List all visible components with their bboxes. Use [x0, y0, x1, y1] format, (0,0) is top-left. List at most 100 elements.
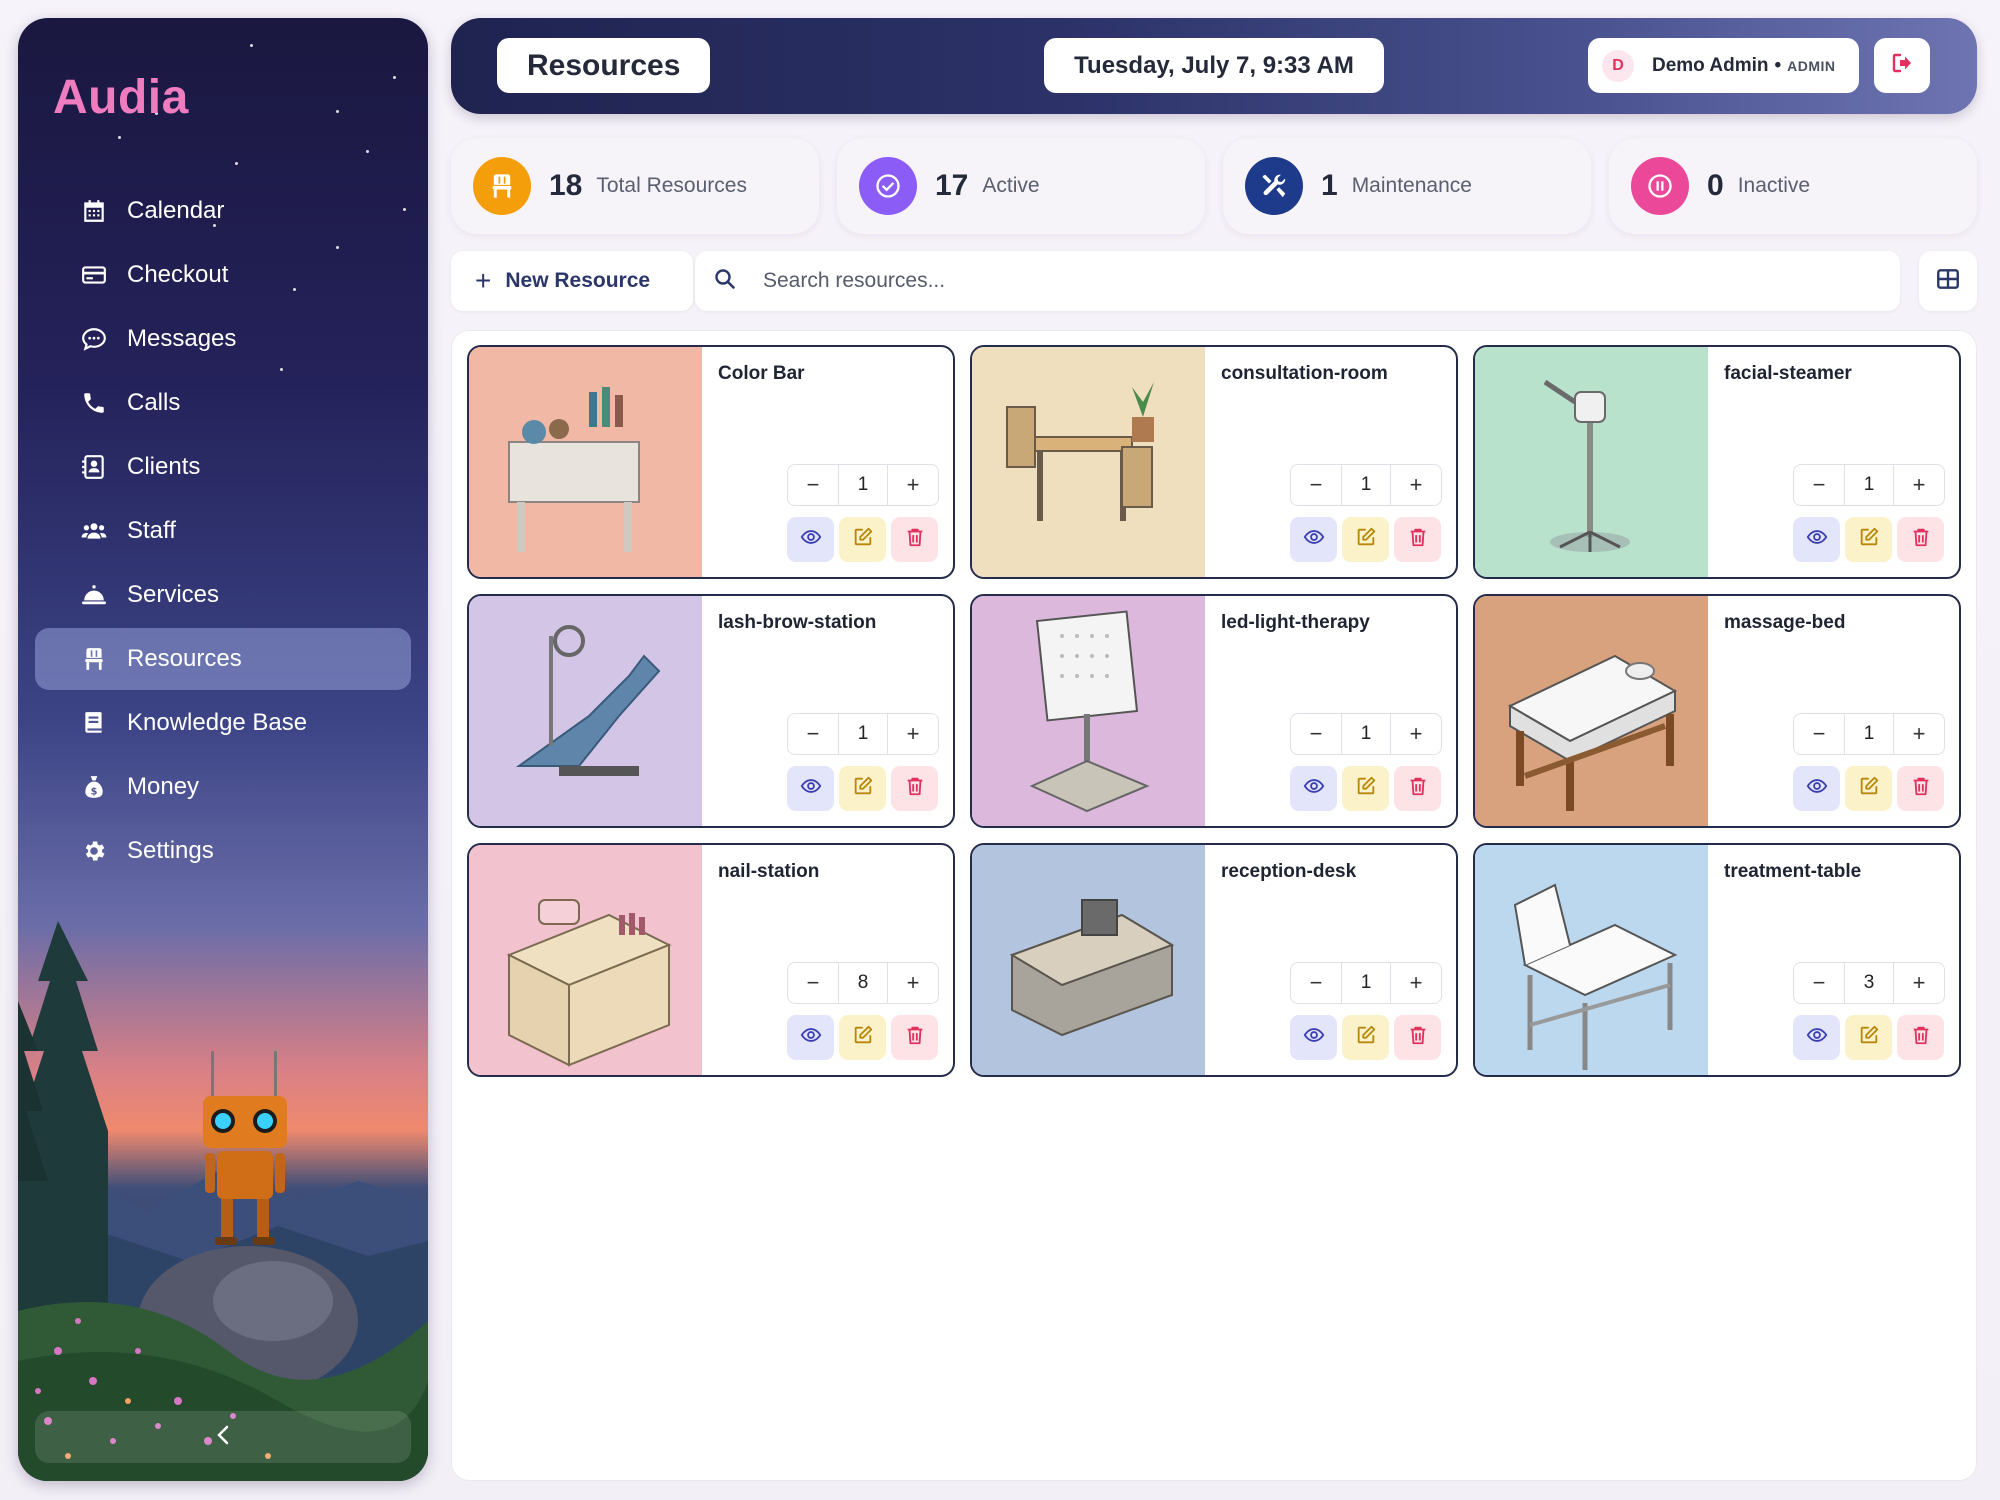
view-button[interactable] [1290, 517, 1337, 562]
resource-name: nail-station [718, 861, 820, 882]
edit-icon [852, 1024, 874, 1051]
delete-button[interactable] [1394, 517, 1441, 562]
increment-button[interactable]: + [1894, 465, 1944, 505]
search-input[interactable] [763, 269, 1763, 293]
increment-button[interactable]: + [888, 465, 938, 505]
view-button[interactable] [787, 517, 834, 562]
delete-button[interactable] [891, 1015, 938, 1060]
resource-name: massage-bed [1724, 612, 1846, 633]
grid-view-icon [1935, 266, 1961, 297]
delete-button[interactable] [1394, 766, 1441, 811]
increment-button[interactable]: + [1391, 714, 1441, 754]
new-resource-button[interactable]: + New Resource [451, 251, 693, 311]
decrement-button[interactable]: − [1291, 963, 1341, 1003]
edit-button[interactable] [1342, 517, 1389, 562]
delete-button[interactable] [1897, 517, 1944, 562]
sidebar-item-clients[interactable]: Clients [35, 436, 411, 498]
sidebar-item-services[interactable]: Services [35, 564, 411, 626]
logout-button[interactable] [1874, 38, 1930, 93]
edit-button[interactable] [1342, 1015, 1389, 1060]
sidebar: Audia Calendar Checkout Messages Calls C… [18, 18, 428, 1481]
view-button[interactable] [1793, 517, 1840, 562]
chevron-left-icon [216, 1420, 230, 1454]
edit-button[interactable] [1845, 517, 1892, 562]
eye-icon [1303, 526, 1325, 553]
resource-card[interactable]: massage-bed − 1 + [1473, 594, 1961, 828]
stat-label: Active [982, 174, 1040, 197]
sidebar-item-calls[interactable]: Calls [35, 372, 411, 434]
increment-button[interactable]: + [1894, 714, 1944, 754]
sidebar-item-checkout[interactable]: Checkout [35, 244, 411, 306]
resource-card[interactable]: treatment-table − 3 + [1473, 843, 1961, 1077]
resource-card[interactable]: led-light-therapy − 1 + [970, 594, 1458, 828]
resource-name: led-light-therapy [1221, 612, 1370, 633]
quantity-value: 1 [1341, 714, 1391, 754]
view-button[interactable] [787, 1015, 834, 1060]
view-button[interactable] [1793, 766, 1840, 811]
delete-button[interactable] [891, 766, 938, 811]
edit-icon [852, 526, 874, 553]
decrement-button[interactable]: − [1794, 465, 1844, 505]
resource-illustration [1029, 610, 1150, 813]
quantity-stepper: − 3 + [1793, 962, 1945, 1004]
contact-card-icon [79, 452, 109, 482]
stat-total-resources: 18 Total Resources [451, 138, 819, 234]
decrement-button[interactable]: − [788, 714, 838, 754]
increment-button[interactable]: + [888, 714, 938, 754]
resource-illustration [1006, 382, 1154, 521]
resource-illustration [508, 387, 640, 552]
credit-card-icon [79, 260, 109, 290]
quantity-stepper: − 1 + [1290, 713, 1442, 755]
increment-button[interactable]: + [1391, 465, 1441, 505]
decrement-button[interactable]: − [1794, 963, 1844, 1003]
quantity-stepper: − 1 + [1793, 464, 1945, 506]
view-toggle-button[interactable] [1919, 251, 1977, 311]
edit-button[interactable] [839, 517, 886, 562]
delete-button[interactable] [1394, 1015, 1441, 1060]
delete-button[interactable] [1897, 1015, 1944, 1060]
svg-text:$: $ [91, 787, 98, 798]
quantity-value: 1 [1844, 465, 1894, 505]
calendar-icon [79, 196, 109, 226]
sidebar-item-calendar[interactable]: Calendar [35, 180, 411, 242]
chair-icon [473, 157, 531, 215]
resource-card[interactable]: nail-station − 8 + [467, 843, 955, 1077]
user-menu[interactable]: D Demo Admin • ADMIN [1588, 38, 1859, 93]
resource-illustration [1507, 654, 1678, 811]
decrement-button[interactable]: − [788, 963, 838, 1003]
increment-button[interactable]: + [1894, 963, 1944, 1003]
sidebar-item-knowledge-base[interactable]: Knowledge Base [35, 692, 411, 754]
view-button[interactable] [787, 766, 834, 811]
decrement-button[interactable]: − [788, 465, 838, 505]
view-button[interactable] [1793, 1015, 1840, 1060]
sidebar-item-settings[interactable]: Settings [35, 820, 411, 882]
eye-icon [1806, 526, 1828, 553]
sidebar-item-staff[interactable]: Staff [35, 500, 411, 562]
edit-icon [1858, 775, 1880, 802]
edit-button[interactable] [1845, 766, 1892, 811]
delete-button[interactable] [1897, 766, 1944, 811]
resource-card[interactable]: consultation-room − 1 + [970, 345, 1458, 579]
eye-icon [800, 1024, 822, 1051]
edit-button[interactable] [1845, 1015, 1892, 1060]
decrement-button[interactable]: − [1291, 465, 1341, 505]
resource-card[interactable]: Color Bar − 1 + [467, 345, 955, 579]
resource-card[interactable]: facial-steamer − 1 + [1473, 345, 1961, 579]
delete-button[interactable] [891, 517, 938, 562]
edit-button[interactable] [839, 766, 886, 811]
edit-button[interactable] [839, 1015, 886, 1060]
view-button[interactable] [1290, 1015, 1337, 1060]
view-button[interactable] [1290, 766, 1337, 811]
decrement-button[interactable]: − [1794, 714, 1844, 754]
decrement-button[interactable]: − [1291, 714, 1341, 754]
sidebar-item-resources[interactable]: Resources [35, 628, 411, 690]
sidebar-item-messages[interactable]: Messages [35, 308, 411, 370]
app-logo: Audia [53, 71, 189, 124]
resource-card[interactable]: reception-desk − 1 + [970, 843, 1458, 1077]
increment-button[interactable]: + [1391, 963, 1441, 1003]
sidebar-collapse-button[interactable] [35, 1411, 411, 1463]
increment-button[interactable]: + [888, 963, 938, 1003]
edit-button[interactable] [1342, 766, 1389, 811]
resource-card[interactable]: lash-brow-station − 1 + [467, 594, 955, 828]
sidebar-item-money[interactable]: $ Money [35, 756, 411, 818]
